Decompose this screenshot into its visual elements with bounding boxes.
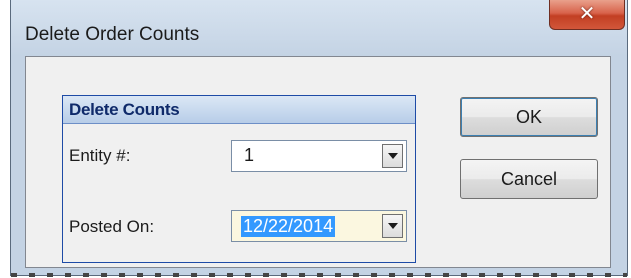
entity-select[interactable]: 1 xyxy=(231,140,407,172)
group-header: Delete Counts xyxy=(63,96,415,124)
window-bottom-edge xyxy=(11,273,627,277)
posted-on-value[interactable]: 12/22/2014 xyxy=(241,216,336,237)
window-title: Delete Order Counts xyxy=(25,24,200,45)
posted-on-dropdown-button[interactable] xyxy=(382,214,403,238)
posted-on-date-picker[interactable]: 12/22/2014 xyxy=(231,210,407,242)
posted-on-label: Posted On: xyxy=(69,217,155,236)
delete-counts-group: Delete Counts Entity #: 1 Posted On: 12/… xyxy=(62,95,416,263)
dialog-body: Delete Counts Entity #: 1 Posted On: 12/… xyxy=(25,56,611,268)
close-button[interactable]: ✕ xyxy=(549,0,625,30)
entity-dropdown-button[interactable] xyxy=(382,144,403,168)
ok-button[interactable]: OK xyxy=(460,97,598,137)
chevron-down-icon xyxy=(387,223,398,229)
dialog-window: Delete Order Counts ✕ Delete Counts Enti… xyxy=(10,0,628,277)
cancel-button[interactable]: Cancel xyxy=(460,159,598,199)
group-title: Delete Counts xyxy=(69,100,180,119)
entity-value: 1 xyxy=(244,145,255,165)
close-icon: ✕ xyxy=(578,1,596,25)
entity-label: Entity #: xyxy=(69,146,131,165)
chevron-down-icon xyxy=(387,153,398,159)
title-bar[interactable]: Delete Order Counts ✕ xyxy=(11,0,627,56)
